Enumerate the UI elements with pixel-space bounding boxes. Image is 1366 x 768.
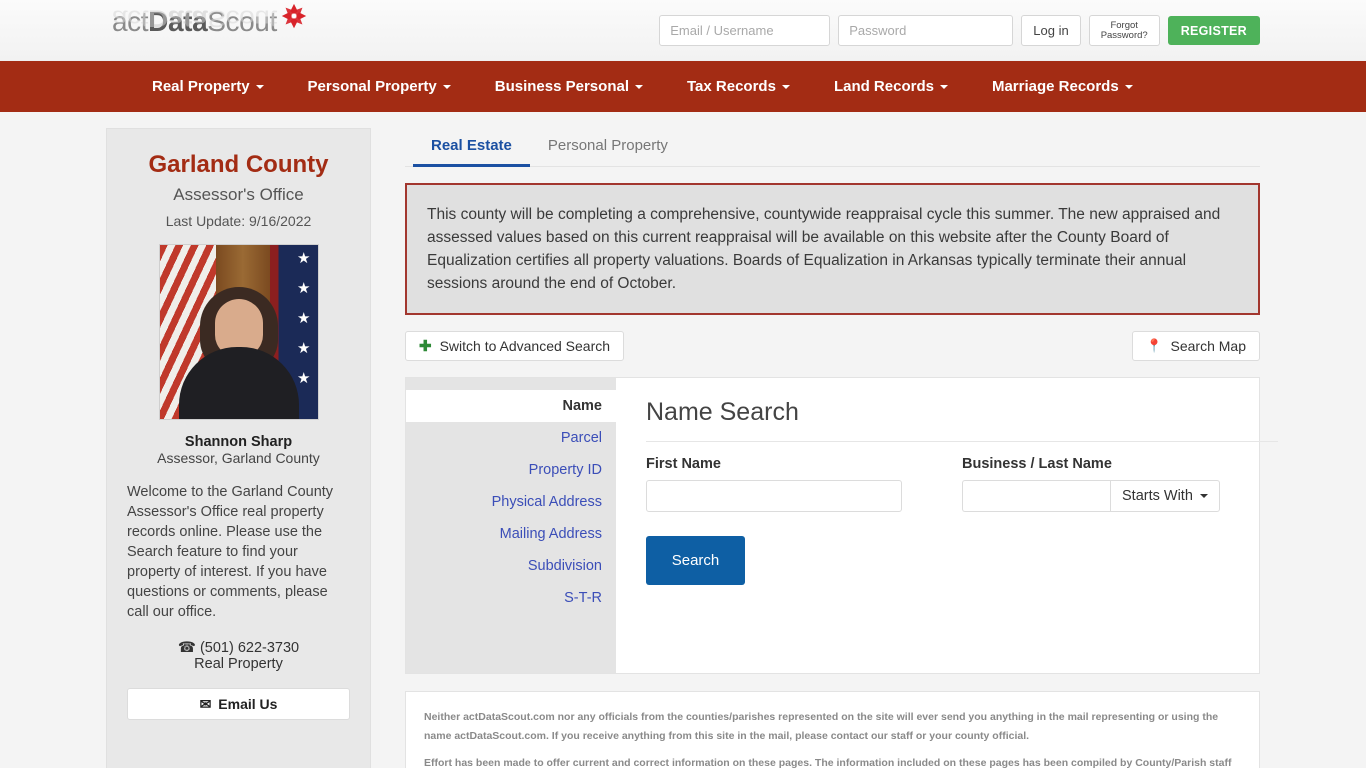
chevron-down-icon xyxy=(255,84,264,89)
phone-icon: ☎ xyxy=(177,640,196,656)
search-type-physical-address[interactable]: Physical Address xyxy=(406,486,616,518)
office-subtitle: Assessor's Office xyxy=(173,185,304,204)
login-button[interactable]: Log in xyxy=(1021,15,1081,46)
search-type-mailing-address[interactable]: Mailing Address xyxy=(406,518,616,550)
nav-label: Real Property xyxy=(152,78,250,95)
email-us-label: Email Us xyxy=(218,696,278,712)
reappraisal-notice: This county will be completing a compreh… xyxy=(405,183,1260,315)
match-mode-dropdown[interactable]: Starts With xyxy=(1110,480,1220,512)
search-type-parcel[interactable]: Parcel xyxy=(406,422,616,454)
star-icon: ★ xyxy=(297,340,311,357)
advanced-search-label: Switch to Advanced Search xyxy=(439,338,611,354)
map-pin-icon: 📍 xyxy=(1146,338,1163,353)
star-icon: ★ xyxy=(297,250,311,267)
plus-icon: ✚ xyxy=(419,337,432,355)
chevron-down-icon xyxy=(1199,494,1208,498)
star-icon: ★ xyxy=(297,310,311,327)
assessor-name: Shannon Sharp xyxy=(184,434,293,450)
star-icon: ★ xyxy=(297,370,311,387)
advanced-search-button[interactable]: ✚ Switch to Advanced Search xyxy=(405,331,625,361)
phone-department: Real Property xyxy=(194,656,283,672)
assessor-portrait: ★ ★ ★ ★ ★ xyxy=(158,244,319,420)
assessor-title: Assessor, Garland County xyxy=(157,450,320,466)
nav-label: Land Records xyxy=(833,78,934,95)
phone-number: (501) 622-3730 xyxy=(199,640,300,656)
auth-controls: Log in Forgot Password? REGISTER xyxy=(659,15,1260,46)
main-navigation: Real Property Personal Property Business… xyxy=(0,61,1366,112)
nav-label: Personal Property xyxy=(307,78,437,95)
search-type-list: Name Parcel Property ID Physical Address… xyxy=(406,378,616,673)
chevron-down-icon xyxy=(939,84,948,89)
pinwheel-icon xyxy=(281,3,307,29)
logo-reflection: actDataScout xyxy=(112,5,277,32)
chevron-down-icon xyxy=(442,84,451,89)
search-type-subdivision[interactable]: Subdivision xyxy=(406,550,616,582)
search-submit-button[interactable]: Search xyxy=(646,536,745,585)
star-icon: ★ xyxy=(297,280,311,297)
last-update-label: Last Update: 9/16/2022 xyxy=(165,213,312,229)
record-type-tabs: Real Estate Personal Property xyxy=(405,128,1260,167)
site-logo[interactable]: actDataScout actDataScout xyxy=(112,2,327,60)
search-form-title: Name Search xyxy=(646,398,1278,442)
disclaimer-paragraph-1: Neither actDataScout.com nor any officia… xyxy=(424,711,1219,742)
chevron-down-icon xyxy=(635,84,643,89)
nav-item-tax-records[interactable]: Tax Records xyxy=(665,61,812,112)
last-name-label: Business / Last Name xyxy=(962,456,1112,472)
office-phone: ☎ (501) 622-3730 xyxy=(127,640,350,656)
chevron-down-icon xyxy=(1124,84,1133,89)
nav-item-marriage-records[interactable]: Marriage Records xyxy=(970,61,1155,112)
nav-item-land-records[interactable]: Land Records xyxy=(812,61,970,112)
tab-real-estate[interactable]: Real Estate xyxy=(413,128,530,167)
search-map-button[interactable]: 📍 Search Map xyxy=(1132,331,1260,361)
last-name-field-group: Business / Last Name Starts With xyxy=(962,456,1278,512)
nav-label: Marriage Records xyxy=(991,78,1119,95)
envelope-icon: ✉ xyxy=(199,695,212,712)
search-map-label: Search Map xyxy=(1170,338,1246,354)
nav-item-real-property[interactable]: Real Property xyxy=(130,61,286,112)
email-us-button[interactable]: ✉ Email Us xyxy=(127,688,350,720)
first-name-label: First Name xyxy=(646,456,721,472)
county-sidebar: Garland County Assessor's Office Last Up… xyxy=(106,128,371,768)
main-content: Real Estate Personal Property This count… xyxy=(405,128,1278,768)
last-name-input[interactable] xyxy=(962,480,1110,512)
search-panel: Name Parcel Property ID Physical Address… xyxy=(405,377,1278,674)
first-name-field-group: First Name xyxy=(646,456,962,512)
last-name-input-group: Starts With xyxy=(962,480,1278,512)
search-type-str[interactable]: S-T-R xyxy=(406,582,616,614)
forgot-password-button[interactable]: Forgot Password? xyxy=(1088,15,1160,46)
email-field[interactable] xyxy=(659,15,831,46)
nav-item-personal-property[interactable]: Personal Property xyxy=(286,61,473,112)
search-toolbar: ✚ Switch to Advanced Search 📍 Search Map xyxy=(405,331,1260,361)
search-form: Name Search First Name Business / Last N… xyxy=(616,378,1308,673)
password-field[interactable] xyxy=(838,15,1014,46)
welcome-message: Welcome to the Garland County Assessor's… xyxy=(127,484,334,620)
site-disclaimer: Neither actDataScout.com nor any officia… xyxy=(405,691,1260,768)
search-type-property-id[interactable]: Property ID xyxy=(406,454,616,486)
disclaimer-paragraph-2: Effort has been made to offer current an… xyxy=(424,757,1232,768)
nav-label: Business Personal xyxy=(494,78,629,95)
site-header: actDataScout actDataScout Log in Forgot … xyxy=(0,0,1366,61)
register-button[interactable]: REGISTER xyxy=(1167,16,1260,45)
county-title: Garland County xyxy=(148,151,329,178)
forgot-line-2: Password? xyxy=(1100,29,1148,41)
forgot-line-1: Forgot xyxy=(1110,19,1138,31)
first-name-input[interactable] xyxy=(646,480,902,512)
match-mode-label: Starts With xyxy=(1122,488,1193,504)
tab-personal-property[interactable]: Personal Property xyxy=(530,128,686,166)
page-body: Garland County Assessor's Office Last Up… xyxy=(0,112,1366,768)
nav-item-business-personal[interactable]: Business Personal xyxy=(473,61,665,112)
chevron-down-icon xyxy=(781,84,790,89)
nav-label: Tax Records xyxy=(687,78,776,95)
search-type-name[interactable]: Name xyxy=(406,390,616,422)
